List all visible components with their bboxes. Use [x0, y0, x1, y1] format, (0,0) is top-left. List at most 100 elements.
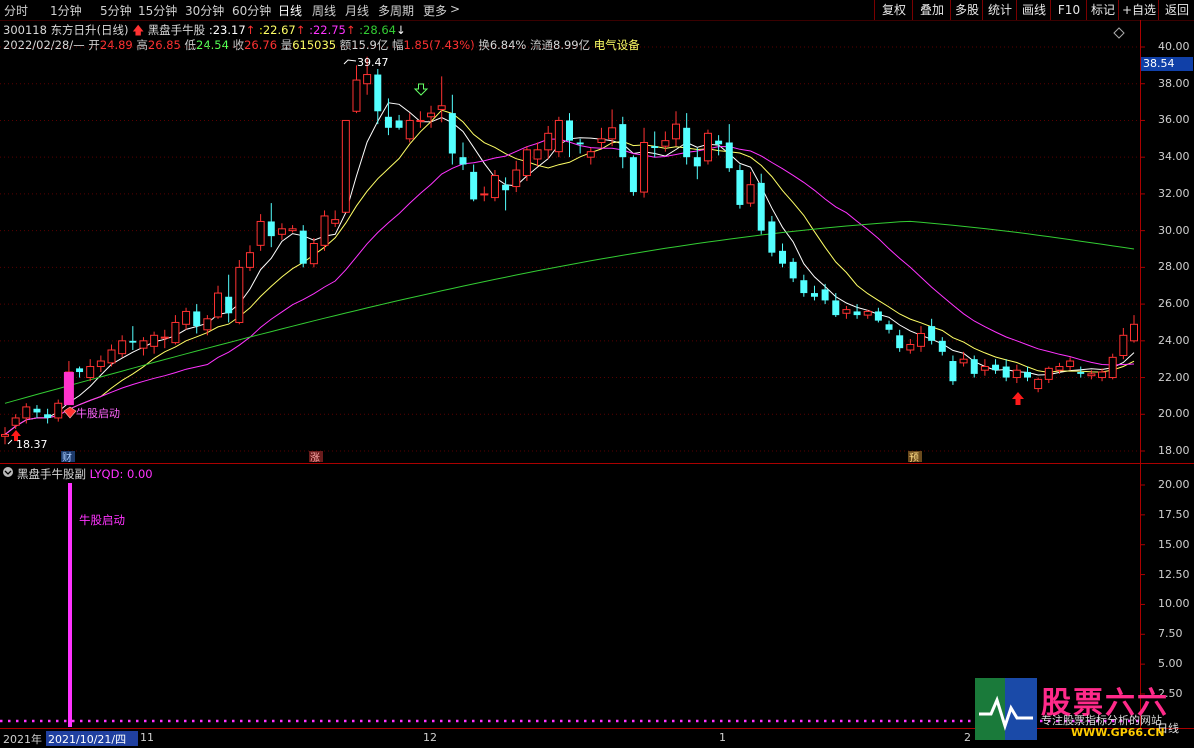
candle[interactable] [885, 320, 893, 334]
candle[interactable] [800, 274, 808, 297]
candle[interactable] [405, 113, 414, 143]
candle[interactable] [54, 399, 63, 422]
candle[interactable] [182, 307, 191, 330]
candle[interactable] [693, 148, 701, 180]
candle[interactable] [789, 258, 797, 283]
candle[interactable] [331, 210, 340, 227]
candle[interactable] [629, 155, 637, 196]
ma60-line [4, 220, 1135, 404]
candle[interactable] [672, 111, 681, 147]
candle[interactable] [11, 414, 20, 429]
candle[interactable] [245, 245, 254, 272]
candle[interactable] [1119, 327, 1128, 360]
candle[interactable] [374, 69, 382, 125]
candle[interactable] [118, 335, 127, 358]
candle[interactable] [619, 116, 627, 169]
candle[interactable] [288, 225, 297, 233]
candle[interactable] [863, 309, 872, 319]
candle[interactable] [821, 283, 829, 305]
candle[interactable] [96, 355, 105, 373]
price-tick: 28.00 [1158, 260, 1190, 274]
candle[interactable] [1, 427, 9, 445]
candle[interactable] [203, 315, 212, 336]
candle[interactable] [341, 119, 350, 213]
candle[interactable] [480, 186, 489, 202]
date-month-2: 2 [964, 731, 971, 744]
sub-title: 黑盘手牛股副 [17, 467, 86, 481]
candle[interactable] [352, 65, 361, 114]
diamond-outline-icon[interactable] [1113, 27, 1125, 39]
candle[interactable] [1098, 368, 1107, 382]
candle[interactable] [171, 315, 180, 345]
candle[interactable] [22, 403, 31, 424]
candle[interactable] [320, 210, 329, 251]
candle[interactable] [1044, 366, 1053, 384]
candle[interactable] [459, 142, 467, 171]
candle[interactable] [1066, 357, 1075, 371]
candle[interactable] [874, 307, 882, 323]
candle[interactable] [44, 408, 52, 424]
candle[interactable] [214, 285, 223, 319]
candle[interactable] [959, 351, 968, 367]
candle[interactable] [107, 344, 116, 367]
candle[interactable] [512, 160, 521, 193]
candle[interactable] [597, 127, 606, 148]
price-tick: 18.00 [1158, 444, 1190, 457]
candle[interactable] [1012, 364, 1021, 384]
candle[interactable] [129, 326, 137, 350]
candle[interactable] [533, 142, 542, 167]
candle[interactable] [768, 215, 776, 257]
candle[interactable] [86, 359, 95, 382]
candle[interactable] [256, 214, 265, 251]
candle[interactable] [139, 337, 148, 356]
candle[interactable] [309, 237, 318, 268]
candle[interactable] [395, 114, 403, 130]
candle[interactable] [544, 125, 553, 160]
candle[interactable] [277, 223, 286, 240]
candle[interactable] [703, 129, 712, 165]
kline-chart[interactable] [0, 0, 1194, 748]
candle[interactable] [725, 124, 733, 172]
candle[interactable] [225, 274, 233, 323]
candle[interactable] [554, 116, 563, 158]
candle[interactable] [736, 164, 744, 209]
candle[interactable] [1023, 366, 1031, 382]
candle[interactable] [267, 203, 275, 248]
candle[interactable] [33, 405, 41, 418]
candle[interactable] [193, 304, 201, 334]
candle[interactable] [842, 305, 851, 319]
launch-label: 牛股启动 [76, 407, 120, 420]
candle[interactable] [992, 359, 1000, 374]
candle[interactable] [384, 98, 392, 136]
candle[interactable] [150, 331, 159, 354]
candle[interactable] [448, 94, 456, 165]
candle[interactable] [566, 113, 573, 158]
candle[interactable] [1077, 366, 1085, 378]
candle[interactable] [916, 326, 925, 352]
candle[interactable] [1034, 377, 1043, 393]
candle[interactable] [896, 329, 904, 352]
candle[interactable] [76, 366, 84, 378]
candle[interactable] [832, 293, 840, 317]
candle[interactable] [949, 355, 957, 385]
candle[interactable] [1130, 315, 1138, 343]
collapse-icon[interactable] [3, 467, 13, 477]
candle[interactable] [661, 131, 670, 152]
candle[interactable] [928, 318, 936, 345]
candle[interactable] [938, 337, 946, 356]
candle[interactable] [522, 146, 531, 182]
candle[interactable] [470, 164, 478, 202]
watermark: 股票六六 专注股票指标分析的网站 WWW.GP66.CN [975, 678, 1180, 740]
candle[interactable] [640, 127, 649, 198]
candle[interactable] [299, 225, 307, 268]
candle[interactable] [810, 285, 818, 301]
candle[interactable] [980, 359, 989, 376]
candle[interactable] [746, 171, 755, 207]
candle[interactable] [586, 148, 595, 165]
candle[interactable] [970, 355, 978, 378]
candle[interactable] [779, 243, 787, 268]
candle[interactable] [235, 260, 244, 325]
price-tick: 36.00 [1158, 113, 1190, 127]
candlesticks[interactable] [1, 56, 1138, 445]
candle[interactable] [1108, 353, 1117, 380]
